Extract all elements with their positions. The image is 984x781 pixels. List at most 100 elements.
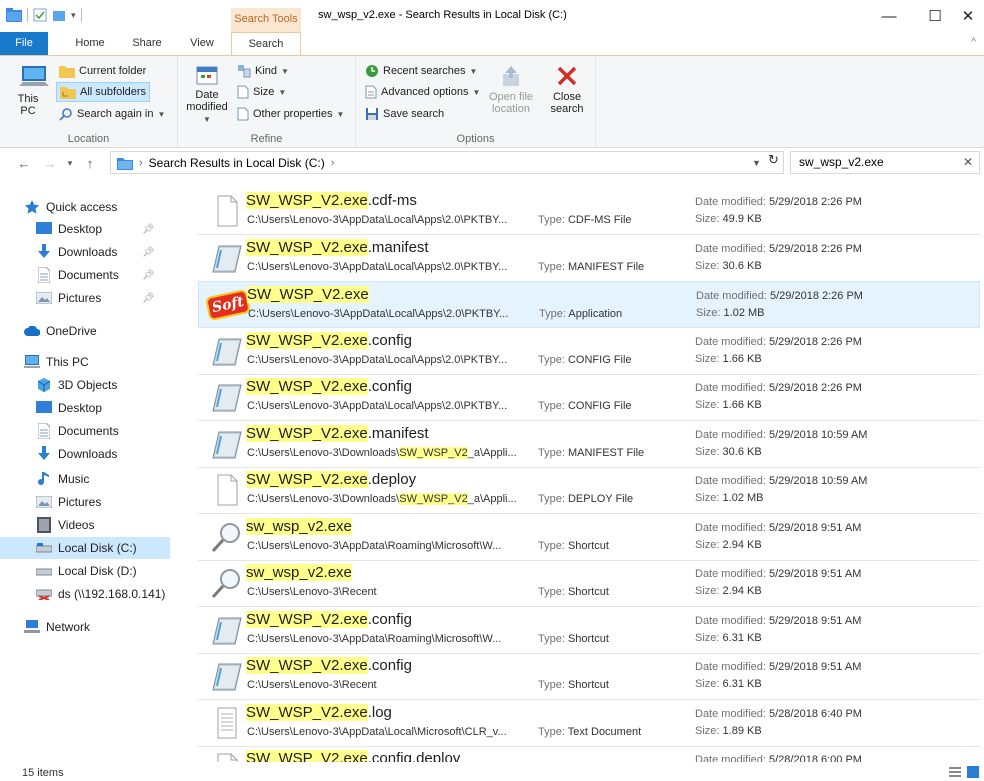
nav-documents[interactable]: Documents	[0, 420, 170, 442]
path-text: C:\Users\Lenovo-3\AppData\Local\Apps\2.0…	[247, 214, 508, 226]
nav-this-pc[interactable]: This PC	[0, 351, 170, 373]
nav-3d-objects[interactable]: 3D Objects	[0, 374, 170, 396]
large-icons-view-icon[interactable]	[966, 765, 980, 779]
date-modified-button[interactable]: Date modified ▼	[182, 64, 232, 126]
pin-icon[interactable]: 📌︎	[142, 247, 155, 258]
result-row[interactable]: SW_WSP_V2.exe.config C:\Users\Lenovo-3\A…	[198, 374, 980, 421]
file-path: C:\Users\Lenovo-3\AppData\Local\Apps\2.0…	[247, 214, 527, 226]
nav-downloads[interactable]: Downloads	[0, 443, 170, 465]
other-properties-button[interactable]: Other properties ▼	[234, 104, 347, 124]
open-file-location-button[interactable]: Open file location	[484, 64, 538, 115]
recent-locations-button[interactable]: ▾	[60, 153, 80, 173]
nav-local-disk-c[interactable]: Local Disk (C:)	[0, 537, 170, 559]
nav-network-drive[interactable]: ds (\\192.168.0.141)	[0, 583, 170, 605]
current-folder-button[interactable]: Current folder	[56, 61, 149, 81]
result-row[interactable]: SW_WSP_V2.exe.log C:\Users\Lenovo-3\AppD…	[198, 700, 980, 747]
save-search-label: Save search	[383, 108, 445, 120]
save-search-button[interactable]: Save search	[362, 104, 447, 124]
recent-searches-button[interactable]: Recent searches ▼	[362, 61, 480, 81]
search-again-in-button[interactable]: Search again in ▼	[56, 104, 168, 124]
advanced-options-button[interactable]: Advanced options ▼	[362, 82, 483, 102]
pin-icon[interactable]: 📌︎	[142, 270, 155, 281]
forward-button[interactable]: →	[40, 153, 60, 173]
date-modified: Date modified: 5/29/2018 9:51 AM	[695, 568, 861, 580]
ribbon-group-refine: Date modified ▼ Kind ▼ Size ▼ Other prop…	[178, 56, 356, 148]
nav-videos[interactable]: Videos	[0, 514, 170, 536]
file-path: C:\Users\Lenovo-3\Downloads\SW_WSP_V2_a\…	[247, 446, 527, 459]
all-subfolders-button[interactable]: All subfolders	[56, 82, 151, 102]
nav-music[interactable]: Music	[0, 468, 170, 490]
close-button[interactable]: ✕	[952, 0, 984, 32]
file-name-suffix: .cdf-ms	[367, 192, 417, 209]
ribbon-tabs: File Home Share View Search ^	[0, 32, 984, 57]
ribbon-group-label: Options	[456, 133, 495, 145]
item-count: 15 items	[22, 767, 64, 779]
match-highlight: SW_WSP_V2.exe	[246, 703, 368, 721]
documents-icon	[36, 267, 52, 283]
result-row[interactable]: SW_WSP_V2.exe.deploy C:\Users\Lenovo-3\D…	[198, 467, 980, 514]
file-size: Size: 6.31 KB	[695, 632, 762, 644]
date-modified: Date modified: 5/29/2018 9:51 AM	[695, 661, 861, 673]
close-search-button[interactable]: Close search	[544, 64, 590, 115]
new-folder-icon[interactable]	[52, 8, 66, 22]
this-pc-button[interactable]: This PC	[14, 64, 54, 117]
size-value: 1.66 KB	[722, 352, 762, 365]
file-name-suffix: .manifest	[367, 238, 429, 256]
result-row[interactable]: SW_WSP_V2.exe.cdf-ms C:\Users\Lenovo-3\A…	[198, 188, 980, 235]
up-button[interactable]: ↑	[80, 153, 100, 173]
result-row[interactable]: sw_wsp_v2.exe C:\Users\Lenovo-3\Recent T…	[198, 560, 980, 607]
search-shortcut-icon	[210, 566, 244, 600]
result-row[interactable]: SW_WSP_V2.exe.config C:\Users\Lenovo-3\A…	[198, 328, 980, 375]
config-file-icon	[210, 380, 244, 414]
tab-home[interactable]: Home	[66, 32, 114, 56]
nav-local-disk-d[interactable]: Local Disk (D:)	[0, 560, 170, 582]
nav-pictures[interactable]: Pictures	[0, 491, 170, 513]
result-row[interactable]: SW_WSP_V2.exe.config C:\Users\Lenovo-3\R…	[198, 653, 980, 700]
folder-app-icon[interactable]	[6, 8, 22, 22]
nav-qa-desktop[interactable]: Desktop 📌︎	[0, 218, 170, 240]
result-row[interactable]: SW_WSP_V2.exe.manifest C:\Users\Lenovo-3…	[198, 235, 980, 282]
search-input[interactable]: sw_wsp_v2.exe ✕	[790, 151, 980, 174]
nav-network[interactable]: Network	[0, 616, 170, 638]
file-type: Type: Shortcut	[538, 586, 609, 598]
back-button[interactable]: ←	[14, 153, 34, 173]
kind-button[interactable]: Kind ▼	[234, 61, 292, 81]
nav-label: Quick access	[46, 200, 118, 214]
address-dropdown-icon[interactable]: ▼	[752, 158, 761, 168]
nav-desktop[interactable]: Desktop	[0, 397, 170, 419]
nav-qa-downloads[interactable]: Downloads 📌︎	[0, 241, 170, 263]
date-key: Date modified:	[695, 335, 766, 348]
date-key: Date modified:	[695, 382, 766, 394]
refresh-icon[interactable]: ↻	[768, 152, 779, 168]
match-highlight: sw_wsp_v2.exe	[246, 564, 352, 581]
tab-view[interactable]: View	[180, 32, 224, 56]
tab-share[interactable]: Share	[124, 32, 170, 56]
properties-icon[interactable]	[33, 8, 47, 22]
nav-qa-pictures[interactable]: Pictures 📌︎	[0, 287, 170, 309]
tab-file[interactable]: File	[0, 32, 48, 56]
type-value: MANIFEST File	[567, 446, 645, 459]
clear-search-icon[interactable]: ✕	[963, 152, 973, 173]
nav-quick-access[interactable]: Quick access	[0, 196, 170, 218]
size-button[interactable]: Size ▼	[234, 82, 289, 102]
address-bar[interactable]: › Search Results in Local Disk (C:) ›	[110, 151, 784, 174]
details-view-icon[interactable]	[948, 765, 962, 779]
nav-onedrive[interactable]: OneDrive	[0, 320, 170, 342]
path-text: C:\Users\Lenovo-3\Downloads\	[247, 446, 400, 459]
nav-qa-documents[interactable]: Documents 📌︎	[0, 264, 170, 286]
file-name-suffix: .config	[367, 610, 412, 628]
file-name-suffix: .config	[367, 331, 412, 349]
qat-dropdown-icon[interactable]: ▾	[71, 10, 76, 21]
tab-search[interactable]: Search	[231, 32, 301, 57]
pin-icon[interactable]: 📌︎	[142, 224, 155, 235]
pin-icon[interactable]: 📌︎	[142, 293, 155, 304]
minimize-button[interactable]: —	[866, 0, 912, 32]
ribbon-collapse-button[interactable]: ^	[971, 37, 976, 48]
match-highlight: SW_WSP_V2.exe	[247, 286, 369, 303]
result-row[interactable]: sw_wsp_v2.exe C:\Users\Lenovo-3\AppData\…	[198, 514, 980, 561]
result-row[interactable]: Soft SW_WSP_V2.exe C:\Users\Lenovo-3\App…	[198, 281, 980, 328]
breadcrumb-path[interactable]: Search Results in Local Disk (C:)	[149, 156, 325, 170]
result-row[interactable]: SW_WSP_V2.exe.config C:\Users\Lenovo-3\A…	[198, 607, 980, 654]
file-name-suffix: .config	[367, 657, 412, 674]
result-row[interactable]: SW_WSP_V2.exe.manifest C:\Users\Lenovo-3…	[198, 421, 980, 468]
